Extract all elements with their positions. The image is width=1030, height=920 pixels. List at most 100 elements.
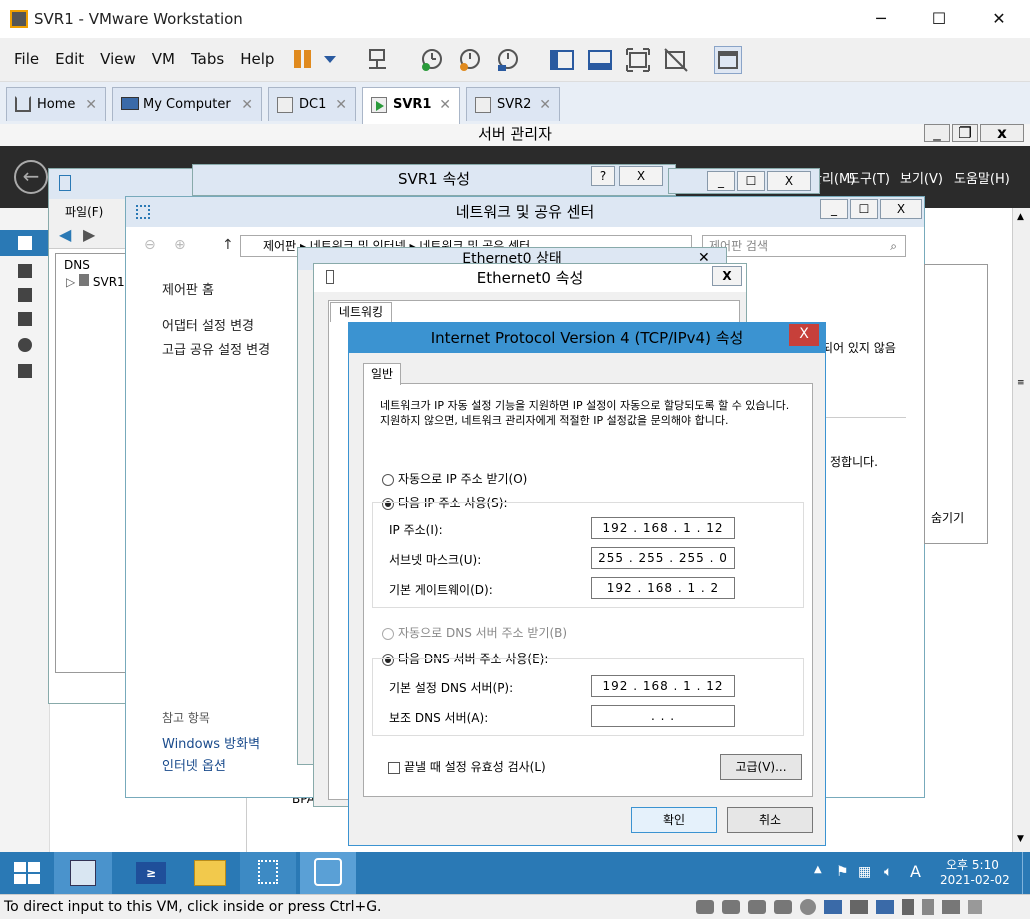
menu-help[interactable]: 도움말(H) <box>954 168 1010 187</box>
maximize-button[interactable]: ☐ <box>916 0 962 38</box>
all-servers-icon[interactable] <box>18 288 32 302</box>
background-window[interactable]: _ ☐ X <box>668 168 820 194</box>
tab-svr2[interactable]: SVR2 ✕ <box>466 87 560 121</box>
close-tab-icon[interactable]: ✕ <box>335 88 347 122</box>
tree-item-dns[interactable]: DNS <box>64 258 90 272</box>
ime-indicator[interactable]: A <box>910 862 921 881</box>
network-taskbar-icon[interactable] <box>240 852 296 894</box>
flag-icon[interactable]: ⚑ <box>836 864 849 880</box>
minimize-button[interactable]: _ <box>707 171 735 191</box>
hdd-icon[interactable] <box>748 900 766 914</box>
ipv4-properties-dialog[interactable]: Internet Protocol Version 4 (TCP/IPv4) 속… <box>348 322 826 846</box>
close-tab-icon[interactable]: ✕ <box>539 88 551 122</box>
tab-general[interactable]: 일반 <box>363 363 401 385</box>
close-button[interactable]: X <box>789 324 819 346</box>
close-button[interactable]: ✕ <box>976 0 1022 38</box>
menu-tools[interactable]: 도구(T) <box>848 168 890 187</box>
close-tab-icon[interactable]: ✕ <box>85 88 97 122</box>
internet-options-link[interactable]: 인터넷 옵션 <box>162 755 226 774</box>
ad-ds-icon[interactable] <box>18 312 32 326</box>
control-panel-taskbar-icon[interactable] <box>300 852 356 894</box>
cd-icon[interactable] <box>800 899 816 915</box>
cp-home-link[interactable]: 제어판 홈 <box>162 279 214 298</box>
search-input[interactable]: 제어판 검색 ⌕ <box>702 235 906 257</box>
ok-button[interactable]: 확인 <box>631 807 717 833</box>
back-arrow-icon[interactable]: ⊖ <box>144 237 156 253</box>
tray-expand-icon[interactable]: ▲ <box>814 864 822 875</box>
adapter-settings-link[interactable]: 어댑터 설정 변경 <box>162 315 254 334</box>
show-desktop-button[interactable] <box>1022 852 1030 894</box>
restore-button[interactable]: ❐ <box>952 124 978 142</box>
close-tab-icon[interactable]: ✕ <box>439 88 451 122</box>
subnet-mask-field[interactable]: 255 . 255 . 255 . 0 <box>591 547 735 569</box>
tab-home[interactable]: Home ✕ <box>6 87 106 121</box>
gateway-field[interactable]: 192 . 168 . 1 . 2 <box>591 577 735 599</box>
revert-snapshot-icon[interactable] <box>456 46 484 74</box>
printer-icon[interactable] <box>850 900 868 914</box>
close-button[interactable]: X <box>880 199 922 219</box>
menu-help[interactable]: Help <box>240 50 274 68</box>
hdd-icon[interactable] <box>696 900 714 914</box>
network-adapter-icon[interactable] <box>824 900 842 914</box>
hdd-icon[interactable] <box>722 900 740 914</box>
auto-ip-radio[interactable]: 자동으로 IP 주소 받기(O) <box>382 470 527 487</box>
unity-icon[interactable] <box>662 46 690 74</box>
close-button[interactable]: x <box>980 124 1024 142</box>
network-send-icon[interactable] <box>364 46 392 74</box>
tree-item-svr1[interactable]: ▷ SVR1 <box>66 274 125 289</box>
ip-address-field[interactable]: 192 . 168 . 1 . 12 <box>591 517 735 539</box>
hide-link[interactable]: 숨기기 <box>931 509 964 526</box>
sidebar-toggle-icon[interactable] <box>548 46 576 74</box>
clock-time[interactable]: 오후 5:10 <box>946 856 999 873</box>
scroll-thumb[interactable]: ≡ <box>1017 378 1025 388</box>
file-storage-icon[interactable] <box>18 364 32 378</box>
alternate-dns-field[interactable]: . . . <box>591 705 735 727</box>
close-tab-icon[interactable]: ✕ <box>241 88 253 122</box>
minimize-button[interactable]: ─ <box>858 0 904 38</box>
tab-networking[interactable]: 네트워킹 <box>330 302 392 322</box>
pause-icon[interactable] <box>290 46 318 74</box>
dns-icon[interactable] <box>18 338 32 352</box>
back-arrow-icon[interactable]: ← <box>14 160 48 194</box>
auto-dns-radio[interactable]: 자동으로 DNS 서버 주소 받기(B) <box>382 624 567 641</box>
breadcrumb-item[interactable]: 제어판 <box>263 239 296 253</box>
tab-my-computer[interactable]: My Computer ✕ <box>112 87 262 121</box>
console-view-icon[interactable] <box>586 46 614 74</box>
hdd-icon[interactable] <box>774 900 792 914</box>
display-icon[interactable] <box>942 900 960 914</box>
scroll-up-icon[interactable]: ▲ <box>1017 212 1024 222</box>
minimize-button[interactable]: _ <box>924 124 950 142</box>
advanced-sharing-link[interactable]: 고급 공유 설정 변경 <box>162 339 270 358</box>
tab-svr1[interactable]: SVR1 ✕ <box>362 87 460 124</box>
menu-view[interactable]: 보기(V) <box>900 168 943 187</box>
back-arrow-icon[interactable]: ◀ <box>59 225 71 244</box>
minimize-button[interactable]: _ <box>820 199 848 219</box>
forward-arrow-icon[interactable]: ▶ <box>83 225 95 244</box>
start-button[interactable] <box>14 862 40 884</box>
preferred-dns-field[interactable]: 192 . 168 . 1 . 12 <box>591 675 735 697</box>
advanced-button[interactable]: 고급(V)... <box>720 754 802 780</box>
menu-vm[interactable]: VM <box>152 50 175 68</box>
menu-edit[interactable]: Edit <box>55 50 84 68</box>
maximize-button[interactable]: ☐ <box>737 171 765 191</box>
firewall-link[interactable]: Windows 방화벽 <box>162 733 260 752</box>
up-arrow-icon[interactable]: ↑ <box>222 237 234 253</box>
close-button[interactable]: X <box>767 171 811 191</box>
cancel-button[interactable]: 취소 <box>727 807 813 833</box>
help-button[interactable]: ? <box>591 166 615 186</box>
maximize-button[interactable]: ☐ <box>850 199 878 219</box>
snapshot-manager-icon[interactable] <box>494 46 522 74</box>
menu-tabs[interactable]: Tabs <box>191 50 224 68</box>
scrollbar-vertical[interactable]: ▲ ≡ ▼ <box>1012 208 1030 852</box>
scroll-down-icon[interactable]: ▼ <box>1017 834 1024 844</box>
chevron-down-icon[interactable] <box>318 46 346 74</box>
sound-icon[interactable] <box>876 900 894 914</box>
dns-menu-file[interactable]: 파일(F) <box>65 203 103 220</box>
close-button[interactable]: X <box>712 266 742 286</box>
snapshot-icon[interactable] <box>418 46 446 74</box>
menu-view[interactable]: View <box>100 50 136 68</box>
fullscreen-icon[interactable] <box>624 46 652 74</box>
volume-icon[interactable]: 🔈︎ <box>884 864 892 880</box>
tab-dc1[interactable]: DC1 ✕ <box>268 87 356 121</box>
network-tray-icon[interactable]: ▦ <box>858 864 871 880</box>
